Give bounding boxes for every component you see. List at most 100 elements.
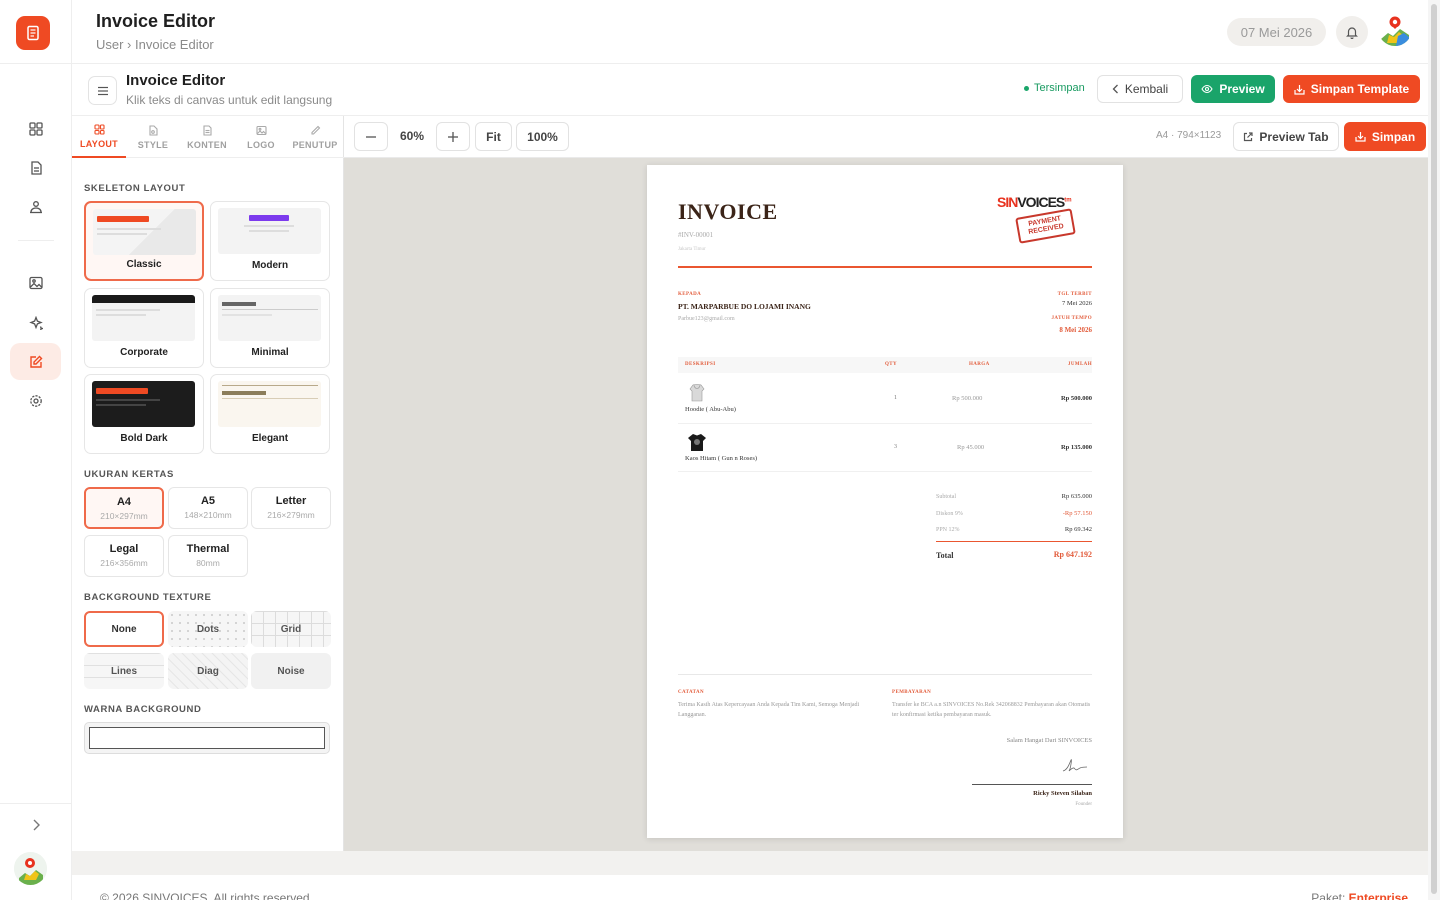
user-avatar[interactable]	[14, 852, 47, 885]
due-date[interactable]: 8 Mei 2026	[1059, 326, 1092, 334]
layout-option-bold-dark[interactable]: Bold Dark	[84, 374, 204, 454]
discount-label[interactable]: Diskon 9%	[936, 511, 963, 517]
brand-logo[interactable]: SINVOICEStm	[997, 194, 1072, 210]
tab-style[interactable]: STYLE	[126, 116, 180, 158]
preview-tab-button[interactable]: Preview Tab	[1233, 122, 1339, 151]
tab-konten[interactable]: KONTEN	[180, 116, 234, 158]
texture-option-dots[interactable]: Dots	[168, 611, 248, 647]
user-avatar[interactable]	[1378, 12, 1412, 46]
fit-button[interactable]: Fit	[475, 122, 512, 151]
invoice-paper[interactable]: INVOICE #INV-00001 Jakarta Timur SINVOIC…	[647, 165, 1123, 838]
client-email[interactable]: Parbue123@gmail.com	[678, 316, 735, 322]
item-total[interactable]: Rp 135.000	[1061, 444, 1092, 451]
signer-name[interactable]: Ricky Steven Silaban	[1033, 790, 1092, 797]
invoice-location[interactable]: Jakarta Timur	[678, 247, 706, 252]
layout-preview	[92, 381, 195, 427]
paper-name: Thermal	[186, 543, 230, 555]
layout-preview	[93, 209, 196, 255]
greeting-text[interactable]: Salam Hangat Dari SINVOICES	[1007, 737, 1092, 744]
reset-zoom-button[interactable]: 100%	[516, 122, 569, 151]
layout-option-classic[interactable]: Classic	[84, 201, 204, 281]
zoom-in-button[interactable]	[436, 122, 470, 151]
layout-option-corporate[interactable]: Corporate	[84, 288, 204, 368]
tab-layout[interactable]: LAYOUT	[72, 116, 126, 158]
tab-konten-label: KONTEN	[187, 139, 227, 150]
texture-option-noise[interactable]: Noise	[251, 653, 331, 689]
footer-band	[72, 851, 1440, 875]
editor-icon[interactable]	[10, 343, 61, 380]
background-color-picker[interactable]	[84, 722, 330, 754]
notes-label[interactable]: CATATAN	[678, 690, 704, 695]
item-description[interactable]: Hoodie ( Abu-Abu)	[685, 406, 736, 413]
tab-penutup-label: PENUTUP	[292, 139, 338, 150]
texture-option-none[interactable]: None	[84, 611, 164, 647]
issue-date-label[interactable]: TGL TERBIT	[1058, 292, 1092, 297]
notification-bell-icon[interactable]	[1336, 16, 1368, 48]
issue-date[interactable]: 7 Mei 2026	[1062, 300, 1092, 307]
paper-option-a4[interactable]: A4 210×297mm	[84, 487, 164, 529]
paper-size-heading: UKURAN KERTAS	[84, 469, 174, 480]
due-date-label[interactable]: JATUH TEMPO	[1052, 316, 1092, 321]
tax-label[interactable]: PPN 12%	[936, 527, 960, 533]
item-price[interactable]: Rp 500.000	[952, 395, 982, 402]
tab-logo[interactable]: LOGO	[234, 116, 288, 158]
canvas-area: 60% Fit 100% A4 · 794×1123 Preview Tab S…	[344, 116, 1440, 851]
app-logo-icon[interactable]	[16, 16, 50, 50]
zoom-out-button[interactable]	[354, 122, 388, 151]
back-button[interactable]: Kembali	[1097, 75, 1183, 103]
preview-button[interactable]: Preview	[1191, 75, 1275, 103]
column-header-qty: QTY	[885, 362, 898, 367]
expand-chevron-icon[interactable]	[27, 815, 45, 835]
clients-icon[interactable]	[10, 188, 61, 225]
paper-option-a5[interactable]: A5 148×210mm	[168, 487, 248, 529]
invoice-number[interactable]: #INV-00001	[678, 231, 713, 239]
save-template-button[interactable]: Simpan Template	[1283, 75, 1420, 103]
paper-option-letter[interactable]: Letter 216×279mm	[251, 487, 331, 529]
tab-penutup[interactable]: PENUTUP	[288, 116, 342, 158]
client-name[interactable]: PT. MARPARBUE DO LOJAMI INANG	[678, 302, 811, 311]
payment-label[interactable]: PEMBAYARAN	[892, 690, 931, 695]
paper-option-thermal[interactable]: Thermal 80mm	[168, 535, 248, 577]
invoice-icon[interactable]	[10, 149, 61, 186]
brand-logo-tm: tm	[1064, 197, 1072, 204]
discount-value: -Rp 57.150	[1062, 510, 1092, 517]
rail-divider	[0, 803, 72, 804]
item-qty[interactable]: 1	[894, 395, 897, 401]
paper-option-legal[interactable]: Legal 216×356mm	[84, 535, 164, 577]
preview-tab-label: Preview Tab	[1259, 129, 1329, 144]
layout-option-elegant[interactable]: Elegant	[210, 374, 330, 454]
notes-text[interactable]: Terima Kasih Atas Kepercayaan Anda Kepad…	[678, 700, 878, 720]
item-description[interactable]: Kaos Hitam ( Gun n Roses)	[685, 455, 757, 462]
layout-option-label: Bold Dark	[120, 433, 168, 444]
paper-dimension: A4 · 794×1123	[1156, 130, 1222, 141]
texture-option-lines[interactable]: Lines	[84, 653, 164, 689]
page-scrollbar-thumb[interactable]	[1431, 4, 1437, 894]
page-footer: © 2026 SINVOICES. All rights reserved. P…	[72, 851, 1440, 900]
item-price[interactable]: Rp 45.000	[957, 444, 984, 451]
page-scrollbar[interactable]	[1428, 0, 1440, 900]
settings-icon[interactable]	[10, 382, 61, 419]
to-label[interactable]: KEPADA	[678, 292, 701, 297]
save-button[interactable]: Simpan	[1344, 122, 1426, 151]
paper-size: 216×356mm	[100, 558, 148, 568]
invoice-title[interactable]: INVOICE	[678, 199, 778, 225]
date-badge: 07 Mei 2026	[1227, 18, 1326, 46]
tab-style-label: STYLE	[137, 139, 169, 150]
breadcrumb[interactable]: User › Invoice Editor	[96, 37, 214, 52]
layout-option-modern[interactable]: Modern	[210, 201, 330, 281]
signer-role[interactable]: Founder	[1075, 802, 1092, 807]
item-qty[interactable]: 3	[894, 444, 897, 450]
layout-option-minimal[interactable]: Minimal	[210, 288, 330, 368]
total-label: Total	[936, 551, 954, 560]
sparkle-icon[interactable]	[10, 304, 61, 341]
menu-icon[interactable]	[88, 76, 117, 105]
paper-name: Letter	[275, 495, 307, 507]
dashboard-icon[interactable]	[10, 110, 61, 147]
rail-divider	[18, 240, 54, 241]
image-icon[interactable]	[10, 264, 61, 301]
texture-option-diag[interactable]: Diag	[168, 653, 248, 689]
item-total[interactable]: Rp 500.000	[1061, 395, 1092, 402]
texture-option-grid[interactable]: Grid	[251, 611, 331, 647]
payment-text[interactable]: Transfer ke BCA a.n SINVOICES No.Rek 342…	[892, 700, 1092, 720]
paper-size: 216×279mm	[267, 510, 315, 520]
